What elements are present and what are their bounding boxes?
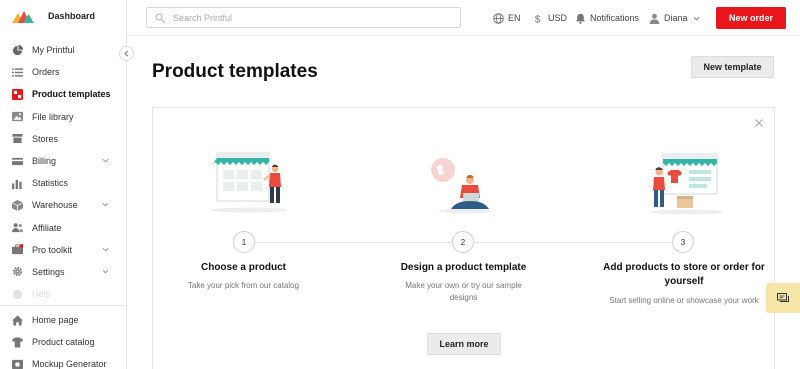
step-number-2: 2	[452, 231, 474, 253]
chevron-down-icon	[693, 16, 700, 21]
sidebar-item-warehouse[interactable]: Warehouse	[0, 194, 126, 216]
box-icon	[11, 199, 23, 211]
top-header: EN $ USD Notifications Diana New order	[127, 0, 800, 36]
sidebar-item-label: Affiliate	[32, 222, 62, 233]
learn-more-button[interactable]: Learn more	[427, 333, 501, 355]
user-icon	[649, 13, 660, 24]
add-products-illustration	[651, 153, 723, 215]
sidebar: Dashboard My Printful Orders Product tem…	[0, 0, 127, 369]
sidebar-item-product-templates[interactable]: Product templates	[0, 83, 126, 105]
choose-product-illustration	[211, 152, 287, 213]
bell-icon	[575, 13, 586, 24]
sidebar-nav: My Printful Orders Product templates Fil…	[0, 39, 126, 305]
step-number-1: 1	[233, 231, 255, 253]
svg-text:$: $	[535, 14, 541, 23]
sidebar-item-label: Stores	[32, 133, 59, 144]
page-title: Product templates	[152, 61, 318, 82]
sidebar-item-label: Billing	[32, 156, 57, 167]
bar-chart-icon	[11, 177, 23, 189]
language-label: EN	[508, 13, 521, 23]
notifications-label: Notifications	[590, 13, 640, 23]
sidebar-item-label: Warehouse	[32, 200, 78, 211]
sidebar-item-label: Pro toolkit	[32, 244, 73, 255]
sidebar-item-home-page[interactable]: Home page	[0, 309, 126, 331]
step-number-3: 3	[672, 231, 694, 253]
step-title-2: Design a product template	[400, 262, 527, 273]
currency-label: USD	[548, 13, 568, 23]
step-description-1: Take your pick from our catalog	[187, 281, 300, 290]
sidebar-item-affiliate[interactable]: Affiliate	[0, 217, 126, 239]
sidebar-item-file-library[interactable]: File library	[0, 106, 126, 128]
search-input[interactable]	[173, 11, 453, 25]
sidebar-item-label: File library	[32, 111, 74, 122]
sidebar-item-stores[interactable]: Stores	[0, 128, 126, 150]
user-menu[interactable]: Diana	[649, 11, 700, 25]
sidebar-divider	[0, 305, 127, 306]
chat-icon	[777, 292, 789, 302]
globe-icon	[493, 12, 504, 24]
toolkit-icon	[11, 244, 23, 256]
image-icon	[11, 111, 23, 123]
template-icon	[11, 88, 23, 100]
onboarding-card: 1 2 3 Choose a product Design a product …	[152, 107, 775, 369]
sidebar-item-product-catalog[interactable]: Product catalog	[0, 331, 126, 353]
sidebar-item-label: Statistics	[32, 178, 69, 189]
sidebar-item-label: Product catalog	[32, 337, 95, 348]
sidebar-item-help[interactable]: Help	[0, 283, 126, 305]
brand[interactable]: Dashboard	[0, 0, 127, 34]
new-order-button[interactable]: New order	[716, 7, 786, 29]
gear-icon	[11, 266, 23, 278]
chevron-down-icon[interactable]	[102, 246, 109, 253]
chat-button[interactable]	[766, 283, 800, 313]
sidebar-collapse-button[interactable]	[119, 46, 134, 61]
sidebar-item-billing[interactable]: Billing	[0, 150, 126, 172]
sidebar-item-orders[interactable]: Orders	[0, 61, 126, 83]
notifications-button[interactable]: Notifications	[575, 11, 639, 25]
chevron-down-icon[interactable]	[102, 157, 109, 164]
sidebar-item-settings[interactable]: Settings	[0, 261, 126, 283]
sidebar-bottom-nav: Home page Product catalog Mockup Generat…	[0, 309, 126, 369]
user-name: Diana	[664, 13, 688, 23]
chevron-down-icon[interactable]	[102, 268, 109, 275]
help-icon	[11, 288, 23, 300]
step-title-1: Choose a product	[200, 262, 286, 273]
step-description-2: Make your own or try our sample designs	[405, 281, 522, 302]
currency-selector[interactable]: $ USD	[533, 11, 567, 25]
brand-title: Dashboard	[48, 11, 96, 21]
new-template-button[interactable]: New template	[691, 56, 774, 78]
step-connector-line	[474, 242, 682, 243]
home-icon	[11, 314, 23, 326]
sidebar-item-label: Mockup Generator	[32, 359, 107, 369]
app-root: Dashboard My Printful Orders Product tem…	[0, 0, 800, 369]
sidebar-item-label: Help	[32, 289, 51, 300]
chevron-left-icon	[124, 50, 129, 57]
step-connector-line	[255, 242, 463, 243]
language-selector[interactable]: EN	[493, 11, 521, 25]
design-template-illustration	[431, 158, 491, 214]
chevron-down-icon[interactable]	[102, 201, 109, 208]
sidebar-item-label: Orders	[32, 67, 60, 78]
step-title-3: Add products to store or order for yours…	[603, 262, 765, 287]
close-icon[interactable]	[754, 118, 764, 128]
card-icon	[11, 155, 23, 167]
sidebar-item-label: Product templates	[32, 89, 111, 100]
people-icon	[11, 222, 23, 234]
shirt-icon	[11, 336, 23, 348]
search-icon	[155, 13, 165, 23]
pie-chart-icon	[11, 44, 23, 56]
sidebar-item-mockup-generator[interactable]: Mockup Generator	[0, 353, 126, 369]
mockup-icon	[11, 358, 23, 369]
search-box[interactable]	[146, 7, 461, 28]
sidebar-item-label: Home page	[32, 315, 79, 326]
sidebar-item-statistics[interactable]: Statistics	[0, 172, 126, 194]
list-icon	[11, 66, 23, 78]
sidebar-item-my-printful[interactable]: My Printful	[0, 39, 126, 61]
sidebar-item-pro-toolkit[interactable]: Pro toolkit	[0, 239, 126, 261]
sidebar-item-label: Settings	[32, 266, 65, 277]
step-description-3: Start selling online or showcase your wo…	[609, 296, 759, 305]
dollar-icon: $	[535, 14, 541, 23]
sidebar-item-label: My Printful	[32, 45, 75, 56]
store-icon	[11, 133, 23, 145]
printful-logo	[12, 11, 34, 23]
